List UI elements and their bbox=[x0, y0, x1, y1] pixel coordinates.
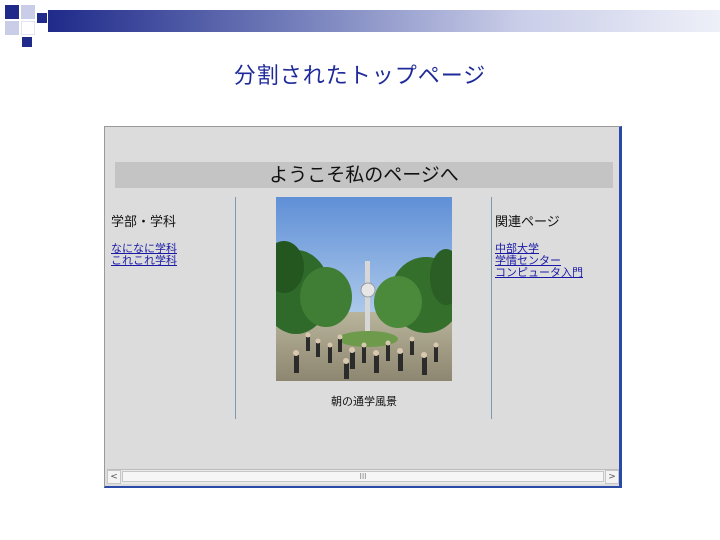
decor-square bbox=[5, 21, 19, 35]
left-frame: 学部・学科 なになに学科 これこれ学科 bbox=[111, 211, 231, 267]
right-frame: 関連ページ 中部大学 学情センター コンピュータ入門 bbox=[495, 211, 615, 279]
frame-divider[interactable] bbox=[491, 197, 492, 419]
scroll-right-arrow-icon[interactable]: > bbox=[605, 470, 619, 484]
decor-square bbox=[21, 21, 35, 35]
decor-square bbox=[37, 13, 47, 23]
frame-divider[interactable] bbox=[235, 197, 236, 419]
horizontal-scrollbar[interactable]: < III > bbox=[107, 469, 619, 484]
browser-window-screenshot: ようこそ私のページへ 学部・学科 なになに学科 これこれ学科 朝の通学風景 関連… bbox=[104, 126, 622, 488]
scroll-left-arrow-icon[interactable]: < bbox=[107, 470, 121, 484]
left-frame-heading: 学部・学科 bbox=[111, 215, 177, 230]
title-gradient-bar bbox=[48, 10, 720, 32]
slide-title: 分割されたトップページ bbox=[233, 64, 487, 89]
welcome-banner: ようこそ私のページへ bbox=[115, 162, 613, 188]
link-department-2[interactable]: これこれ学科 bbox=[111, 255, 231, 267]
decor-square bbox=[5, 5, 19, 19]
scroll-thumb[interactable]: III bbox=[122, 471, 604, 482]
decor-square bbox=[22, 37, 32, 47]
link-related-3[interactable]: コンピュータ入門 bbox=[495, 267, 615, 279]
campus-photo bbox=[276, 197, 452, 381]
decor-square bbox=[21, 5, 35, 19]
photo-caption: 朝の通学風景 bbox=[331, 395, 397, 408]
right-frame-heading: 関連ページ bbox=[495, 215, 560, 230]
